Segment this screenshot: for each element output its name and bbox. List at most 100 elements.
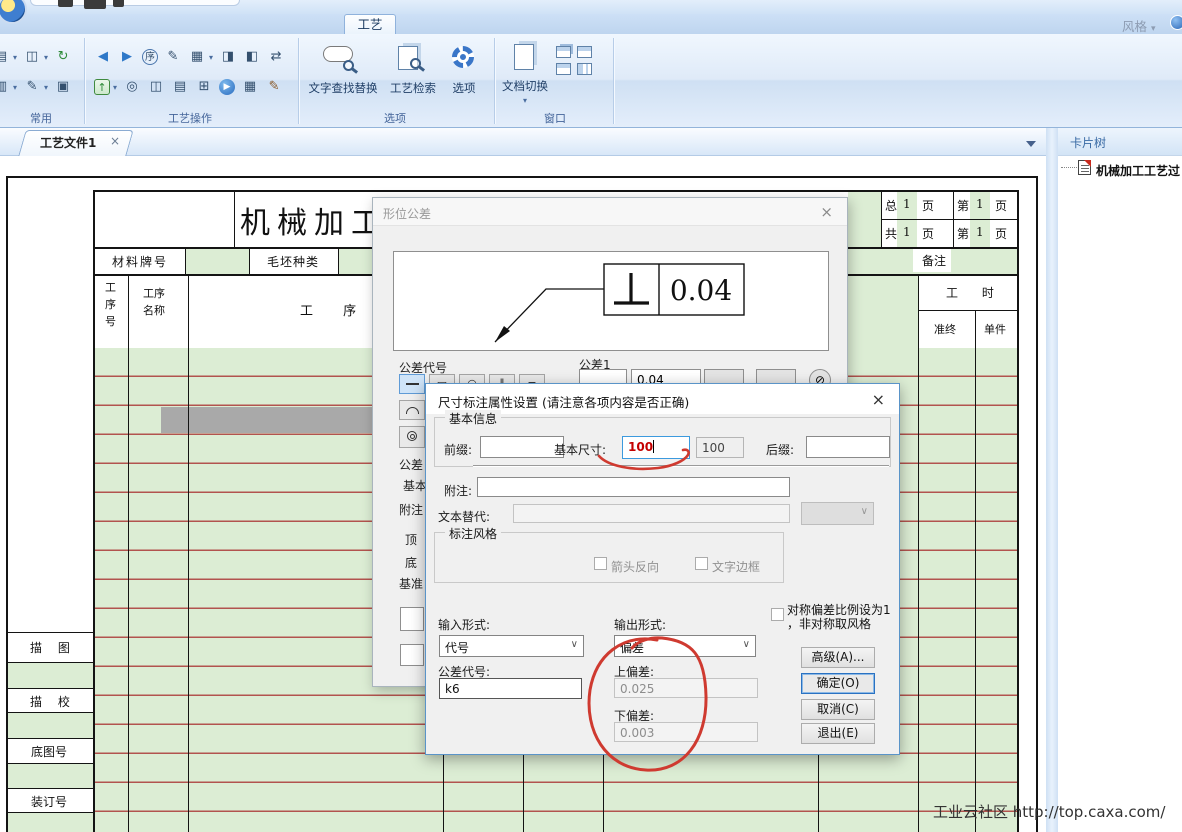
note-input[interactable] [477,477,790,497]
card-tree-header: 卡片树 [1058,128,1182,156]
group-label-window: 窗口 [500,110,610,126]
doc-switch-button[interactable]: 文档切换 ▾ [498,42,552,105]
text-frame-label: 文字边框 [712,558,760,575]
paste-icon[interactable] [0,78,10,96]
cancel-button[interactable]: 取消(C) [801,699,875,720]
back-icon[interactable] [94,48,112,66]
group-label-process-ops: 工艺操作 [120,110,260,126]
group-label-options: 选项 [330,110,460,126]
arrow-reverse-label: 箭头反向 [611,558,659,575]
close-icon[interactable]: × [820,203,833,221]
chevron-down-icon: ▾ [523,96,527,105]
import-doc-icon[interactable] [243,48,261,66]
tolerance-value: 0.04 [670,274,732,307]
chevron-down-icon: ∨ [743,639,750,650]
tile-grid-icon[interactable] [556,63,571,75]
tile-horizontal-icon[interactable] [577,46,592,58]
text-replace-dropdown[interactable]: ∨ [801,502,874,525]
note-label: 备注 [922,252,946,269]
find-replace-icon [321,42,365,78]
gear-icon [452,42,476,78]
doc-switch-icon [512,42,538,76]
doc-swap-icon[interactable] [171,78,189,96]
prefix-input[interactable] [480,436,564,458]
copy-docs-icon[interactable] [23,48,41,66]
import-process-icon[interactable] [94,79,110,95]
sequence-icon[interactable] [142,49,158,65]
mobile-sync-icon[interactable] [147,78,165,96]
qat-icon-fragment [58,0,73,7]
tolerance-code-input[interactable]: k6 [439,678,582,699]
panel-splitter[interactable] [1046,128,1058,832]
close-icon[interactable]: × [872,390,885,409]
datum-field-1[interactable] [400,607,424,631]
refresh-icon[interactable] [54,48,72,66]
dialog-title-bar[interactable]: 形位公差 × [373,198,847,226]
export-doc-icon[interactable] [219,48,237,66]
basic-dim-input[interactable]: 100 [622,436,690,459]
help-icon[interactable] [1170,15,1182,30]
basic-dim-label: 基本尺寸: [554,441,606,458]
clipboard-icon[interactable] [0,48,10,66]
forward-icon[interactable] [118,48,136,66]
ribbon: ▾ ▾ ▾ ▾ 常用 ▾ ▾ 工艺操作 文字查找替换 [0,34,1182,128]
chevron-down-icon: ∨ [571,639,578,650]
input-form-select[interactable]: 代号∨ [439,635,584,657]
grid-icon[interactable] [195,78,213,96]
swap-icon[interactable] [267,48,285,66]
dialog-title: 形位公差 [383,205,431,222]
close-tab-icon[interactable]: × [110,134,120,148]
input-form-label: 输入形式: [438,616,490,633]
lower-dev-field: 0.003 [614,722,758,742]
tree-item-process-card[interactable]: 机械加工工艺过 [1096,162,1180,179]
ribbon-tab-gongyi-active[interactable]: 工艺 [344,14,396,35]
document-tab-label[interactable]: 工艺文件1 [40,134,96,151]
doc-edit-icon[interactable] [23,78,41,96]
monitor-icon[interactable] [54,78,72,96]
document-tab-bar [0,128,1046,156]
title-bar [0,0,1182,14]
brush-icon[interactable] [265,78,283,96]
symbol-straightness-button[interactable] [399,374,425,394]
text-frame-checkbox[interactable] [695,557,708,570]
arrow-reverse-checkbox[interactable] [594,557,607,570]
symmetric-ratio-label: 对称偏差比例设为1 ，非对称取风格 [787,603,899,631]
edit-card-icon[interactable] [164,48,182,66]
tile-vertical-icon[interactable] [577,63,592,75]
text-replace-input[interactable] [513,504,790,523]
options-button[interactable]: 选项 [444,42,484,96]
play-icon[interactable] [219,79,235,95]
text-replace-label: 文本替代: [438,508,490,525]
exit-button[interactable]: 退出(E) [801,723,875,744]
style-menu[interactable]: 风格 ▾ [1122,16,1156,35]
blank-type-label: 毛坯种类 [267,253,319,270]
qat-icon-fragment [113,0,124,7]
chevron-down-icon: ∨ [861,506,868,517]
chevron-down-icon: ▾ [1151,24,1156,34]
symmetric-ratio-checkbox[interactable] [771,608,784,621]
suffix-input[interactable] [806,436,890,458]
tab-list-dropdown-icon[interactable] [1026,141,1036,147]
cascade-windows-icon[interactable] [556,46,571,58]
datum-field-2[interactable] [400,644,424,666]
table-edit-icon[interactable] [241,78,259,96]
process-search-button[interactable]: 工艺检索 [385,42,441,96]
fill-card-icon[interactable] [188,48,206,66]
find-replace-button[interactable]: 文字查找替换 [302,42,384,96]
prefix-label: 前缀: [444,441,472,458]
dimension-properties-dialog: 尺寸标注属性设置 (请注意各项内容是否正确) × 基本信息 前缀: 基本尺寸: … [425,383,900,755]
upper-dev-field: 0.025 [614,678,758,698]
dialog-title: 尺寸标注属性设置 (请注意各项内容是否正确) [438,392,689,411]
watermark: 工业云社区 http://top.caxa.com/ [933,801,1165,822]
ok-button[interactable]: 确定(O) [801,673,875,694]
qat-icon-fragment [84,0,106,9]
symbol-concentricity-button[interactable] [399,426,425,448]
advanced-button[interactable]: 高级(A)... [801,647,875,668]
output-form-select[interactable]: 偏差∨ [614,635,756,657]
basic-dim-readonly: 100 [696,437,744,458]
note-label: 附注: [444,482,472,499]
material-label: 材料牌号 [112,253,168,270]
ribbon-tab-row: 常用 标注 图幅 工具 视图 帮助 [0,14,1182,34]
symbol-arc-button[interactable] [399,400,425,420]
copy-settings-icon[interactable] [123,78,141,96]
